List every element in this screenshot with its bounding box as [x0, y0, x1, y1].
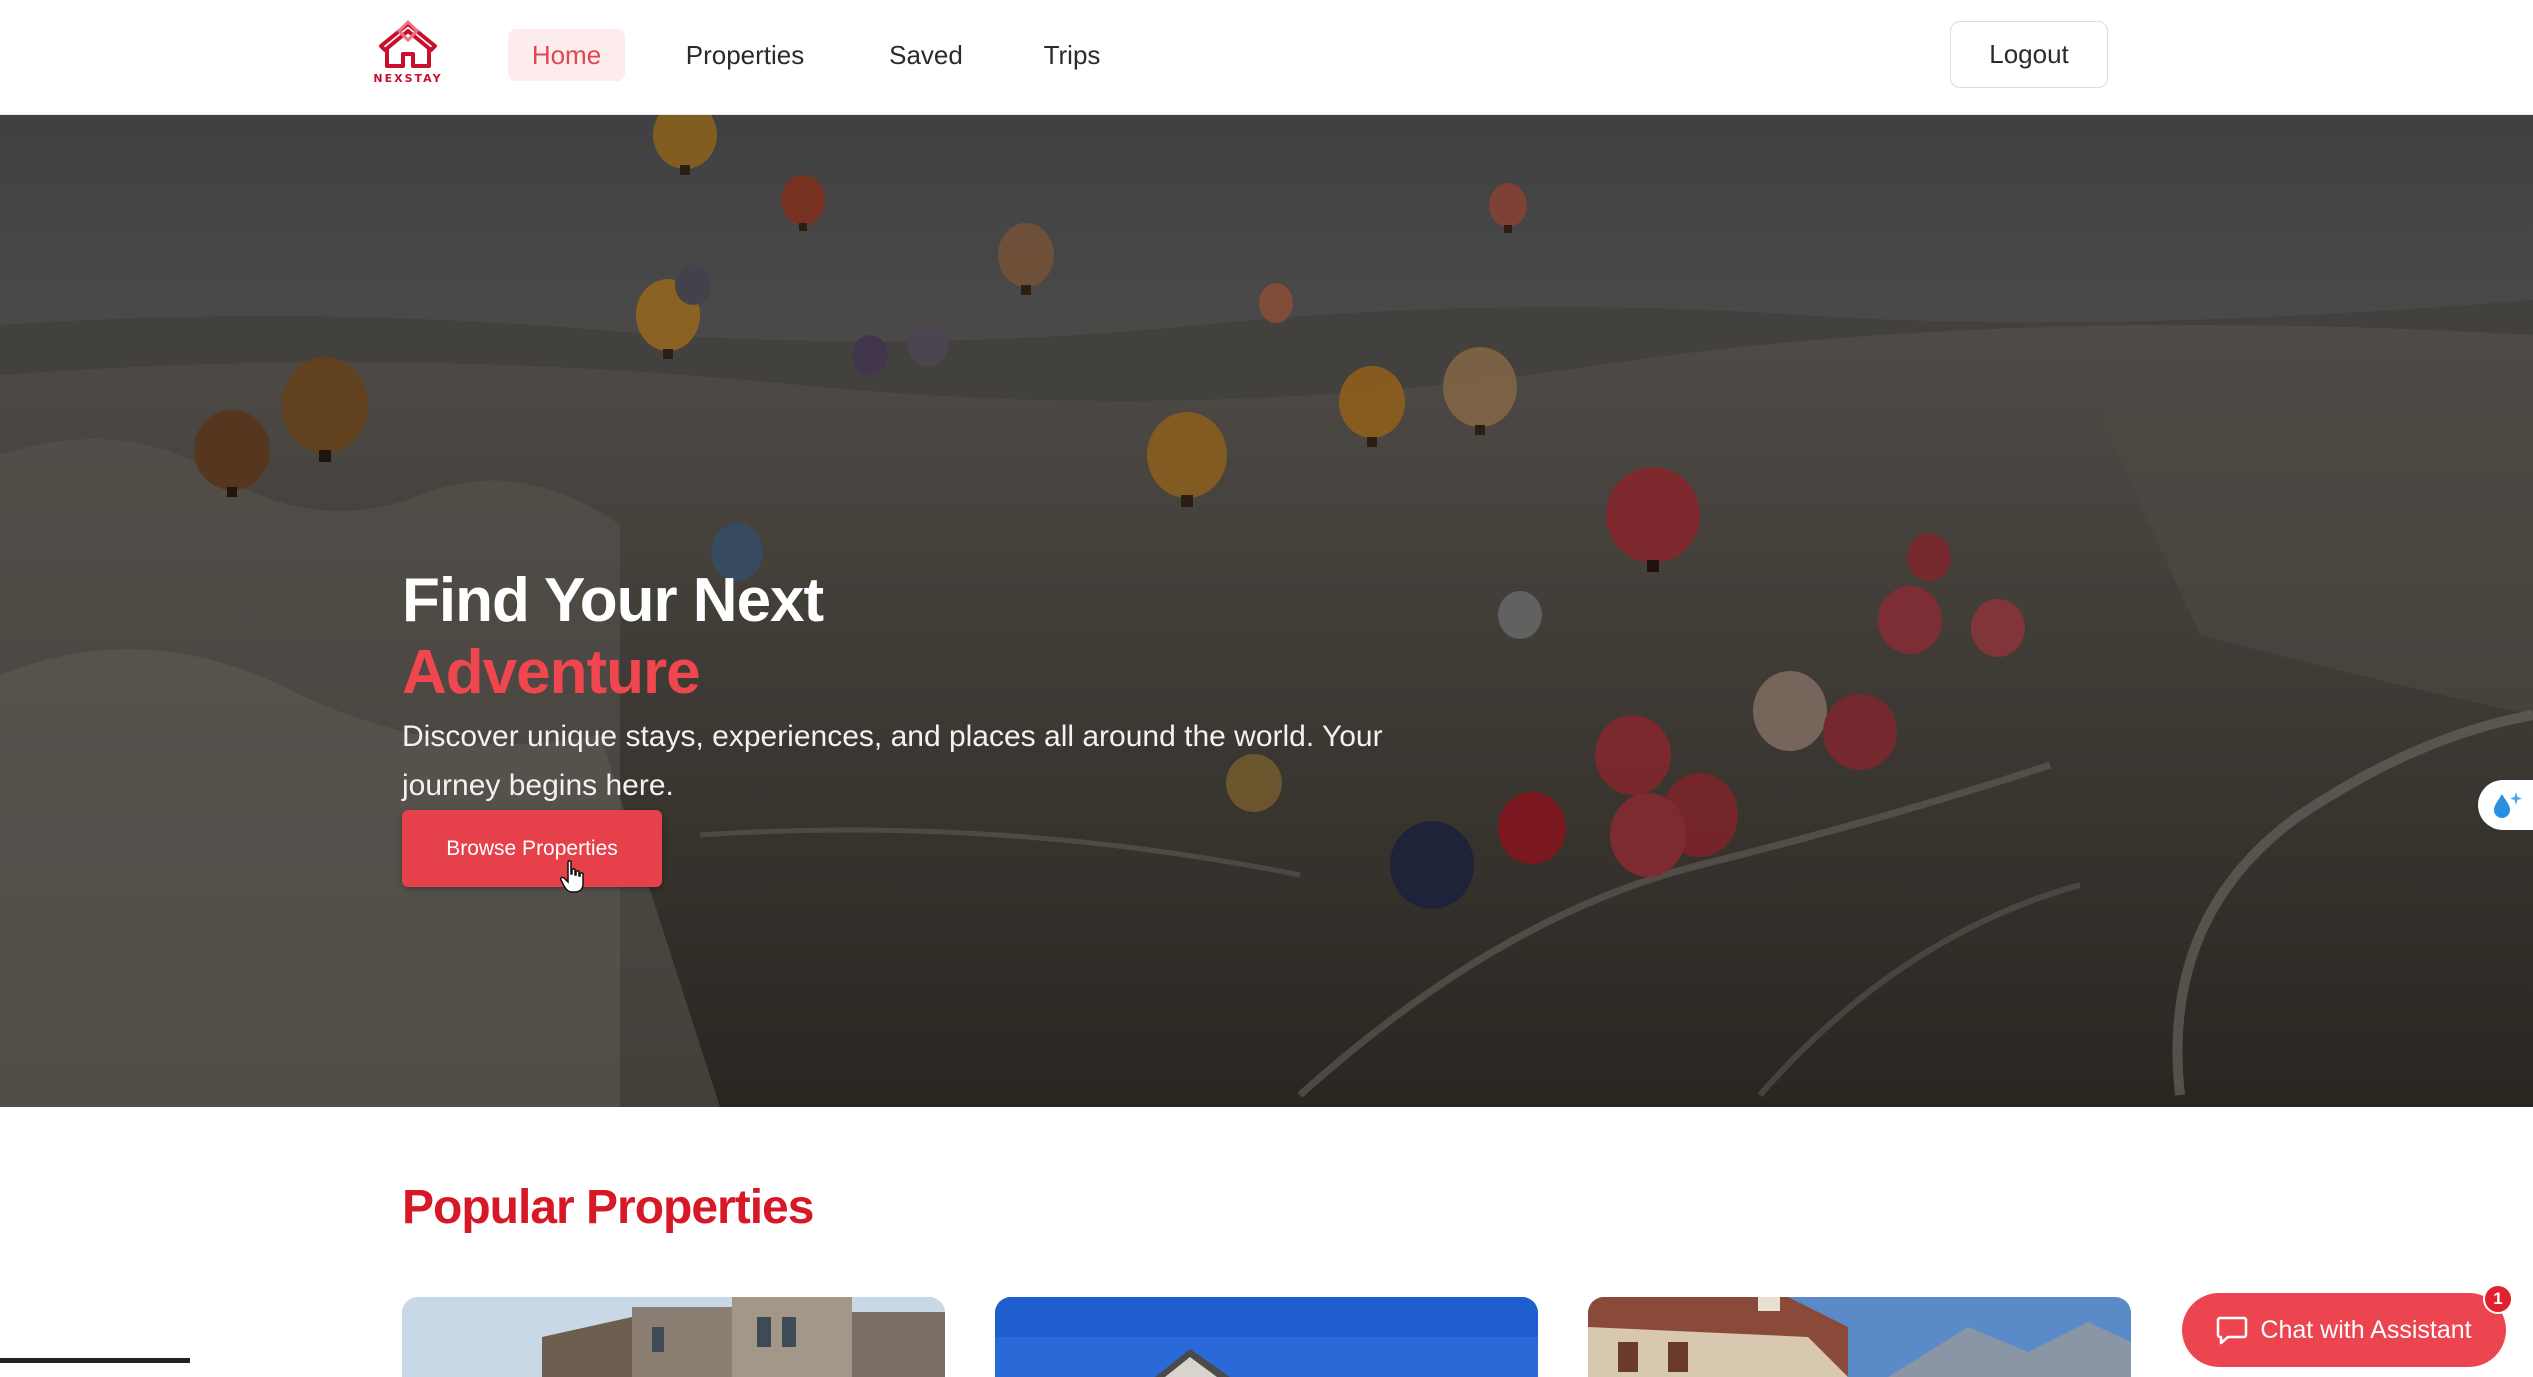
nav-home[interactable]: Home [508, 29, 625, 81]
nav-trips-label: Trips [1043, 39, 1101, 70]
apartment-building-photo [402, 1297, 945, 1377]
property-card[interactable] [995, 1297, 1538, 1377]
chat-notification-badge: 1 [2483, 1284, 2513, 1314]
top-navigation-bar: NEXSTAY Home Properties Saved Trips Logo… [0, 0, 2533, 115]
nav-saved-label: Saved [889, 39, 963, 70]
nav-saved[interactable]: Saved [872, 29, 980, 81]
chat-bubble-icon [2217, 1316, 2248, 1345]
resort-mountain-photo [1588, 1297, 2131, 1377]
hand-pointer-icon [560, 860, 584, 893]
hero-section: Find Your Next Adventure Discover unique… [0, 115, 2533, 1107]
nav-properties[interactable]: Properties [670, 29, 820, 81]
logout-button[interactable]: Logout [1950, 21, 2108, 88]
browse-properties-label: Browse Properties [446, 836, 618, 860]
hero-dark-overlay [0, 115, 2533, 1107]
hero-subtitle: Discover unique stays, experiences, and … [402, 720, 1383, 802]
logout-label: Logout [1989, 39, 2069, 69]
side-assist-widget[interactable] [2478, 780, 2533, 830]
brand-logo[interactable]: NEXSTAY [368, 20, 448, 90]
nav-properties-label: Properties [685, 39, 805, 70]
hero-title-line2: Adventure [402, 638, 701, 707]
sparkle-drop-icon [2494, 792, 2522, 818]
nav-trips[interactable]: Trips [1030, 29, 1114, 81]
property-card[interactable] [1588, 1297, 2131, 1377]
brand-name: NEXSTAY [373, 72, 443, 85]
hero-title-line1: Find Your Next [402, 566, 824, 635]
chat-label: Chat with Assistant [2260, 1315, 2472, 1344]
nav-home-label: Home [531, 39, 602, 70]
scroll-indicator [0, 1358, 190, 1363]
property-card[interactable] [402, 1297, 945, 1377]
browse-properties-button[interactable]: Browse Properties [402, 810, 662, 887]
house-logo-icon [379, 20, 437, 68]
popular-properties-title: Popular Properties [402, 1181, 814, 1234]
chat-with-assistant-button[interactable]: Chat with Assistant [2182, 1293, 2506, 1367]
house-blue-sky-photo [995, 1297, 1538, 1377]
